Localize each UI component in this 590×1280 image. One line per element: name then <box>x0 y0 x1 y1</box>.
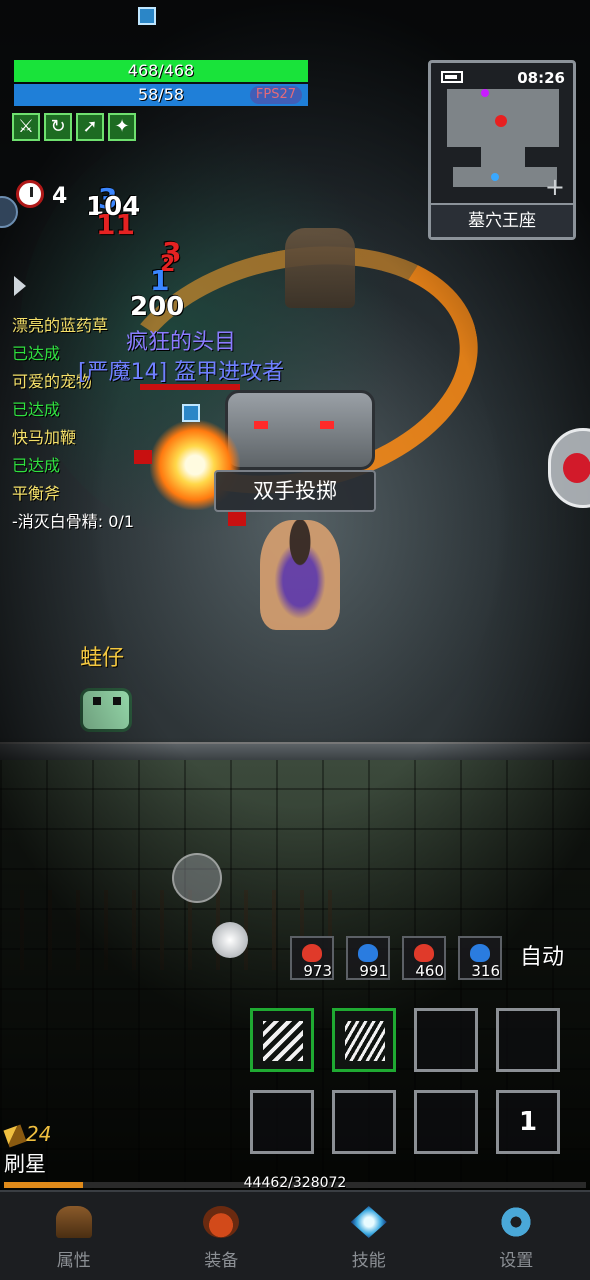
quest-name: 快马加鞭 <box>12 428 77 447</box>
pet-name-label: 蛙仔 <box>80 646 125 671</box>
location-name: 墓穴王座 <box>431 203 573 237</box>
minimap-zoom-button[interactable]: + <box>545 175 565 199</box>
bag-icon <box>203 1206 240 1238</box>
blue-potion-icon <box>470 944 490 962</box>
nav-equipment[interactable]: 装备 <box>148 1192 296 1280</box>
nav-skills[interactable]: 技能 <box>295 1192 443 1280</box>
potion-count: 973 <box>303 962 332 980</box>
hp-potion-slot[interactable]: 973 <box>290 936 334 980</box>
skill-cast-popup: 双手投掷 <box>214 470 376 512</box>
xp-text: 44462/328072 <box>243 1175 347 1191</box>
boss-name-label: 疯狂的头目 <box>126 330 237 355</box>
quest-status: -消灭白骨精: 0/1 <box>12 512 135 531</box>
feather-slash-icon <box>263 1021 303 1061</box>
nav-settings[interactable]: 设置 <box>443 1192 590 1280</box>
skill-slot[interactable] <box>332 1008 396 1072</box>
player-name: 刷星 <box>4 1152 46 1176</box>
potion-bar: 973 991 460 316 <box>290 936 502 980</box>
skill-slot[interactable] <box>332 1090 396 1154</box>
hp-bar: 468/468 <box>14 60 308 82</box>
top-gem-icon <box>138 7 156 25</box>
skill-gem-icon <box>350 1206 387 1238</box>
skill-slot[interactable] <box>414 1008 478 1072</box>
fps-counter: FPS27 <box>249 86 302 104</box>
red-potion-icon <box>414 944 434 962</box>
energy-value: 24 <box>26 1122 52 1146</box>
potion-count: 991 <box>359 962 388 980</box>
minimap-player-marker <box>491 173 499 181</box>
auto-button[interactable]: 自动 <box>512 936 572 980</box>
joystick-base[interactable] <box>172 853 222 903</box>
nav-label: 设置 <box>499 1251 534 1271</box>
enemy-title-label: [严魔14] 盔甲进攻者 <box>78 360 285 385</box>
minimap[interactable]: 08:26 + 墓穴王座 <box>428 60 576 240</box>
red-potion-icon <box>302 944 322 962</box>
minimap-boss-marker <box>495 115 507 127</box>
skill-slot[interactable] <box>250 1090 314 1154</box>
cycle-buff-icon[interactable]: ↻ <box>44 113 72 141</box>
energy-icon <box>3 1123 27 1148</box>
skill-slot[interactable] <box>414 1090 478 1154</box>
energy-display: 24 <box>3 1122 52 1148</box>
blue-potion-icon <box>358 944 378 962</box>
gear-icon <box>498 1206 535 1238</box>
skill-slot[interactable]: 1 <box>496 1090 560 1154</box>
quest-name: 平衡斧 <box>12 484 61 503</box>
wind-buff-icon[interactable]: ✦ <box>108 113 136 141</box>
nav-label: 属性 <box>56 1251 91 1271</box>
mp-potion-slot[interactable]: 316 <box>458 936 502 980</box>
damage-number: 11 <box>96 208 135 241</box>
minimap-marker <box>481 89 489 97</box>
mp-bar: 58/58 FPS27 <box>14 84 308 106</box>
expand-arrow-icon[interactable] <box>14 276 26 296</box>
skill-slot-number: 1 <box>518 1107 538 1137</box>
helmet-icon <box>55 1206 92 1238</box>
nav-label: 技能 <box>351 1251 386 1271</box>
clock-time: 08:26 <box>517 69 565 87</box>
buff-list: ⚔ ↻ ➚ ✦ <box>12 113 136 141</box>
bottom-nav: 属性 装备 技能 设置 <box>0 1190 590 1280</box>
speed-buff-icon[interactable]: ➚ <box>76 113 104 141</box>
quest-status: 已达成 <box>12 456 61 475</box>
quest-status: 已达成 <box>12 400 61 419</box>
mp-potion-slot[interactable]: 991 <box>346 936 390 980</box>
skill-slot[interactable] <box>496 1008 560 1072</box>
potion-count: 460 <box>415 962 444 980</box>
sword-buff-icon[interactable]: ⚔ <box>12 113 40 141</box>
enemy-gem-icon <box>182 404 200 422</box>
nav-attributes[interactable]: 属性 <box>0 1192 148 1280</box>
potion-count: 316 <box>471 962 500 980</box>
battery-icon <box>441 71 463 83</box>
nav-label: 装备 <box>204 1251 239 1271</box>
triple-slash-icon <box>345 1021 385 1061</box>
clock-icon[interactable] <box>16 180 44 208</box>
hp-potion-slot[interactable]: 460 <box>402 936 446 980</box>
clock-count: 4 <box>52 184 68 209</box>
skill-slot[interactable] <box>250 1008 314 1072</box>
joystick-knob[interactable] <box>212 922 248 958</box>
hp-text: 468/468 <box>127 61 195 80</box>
